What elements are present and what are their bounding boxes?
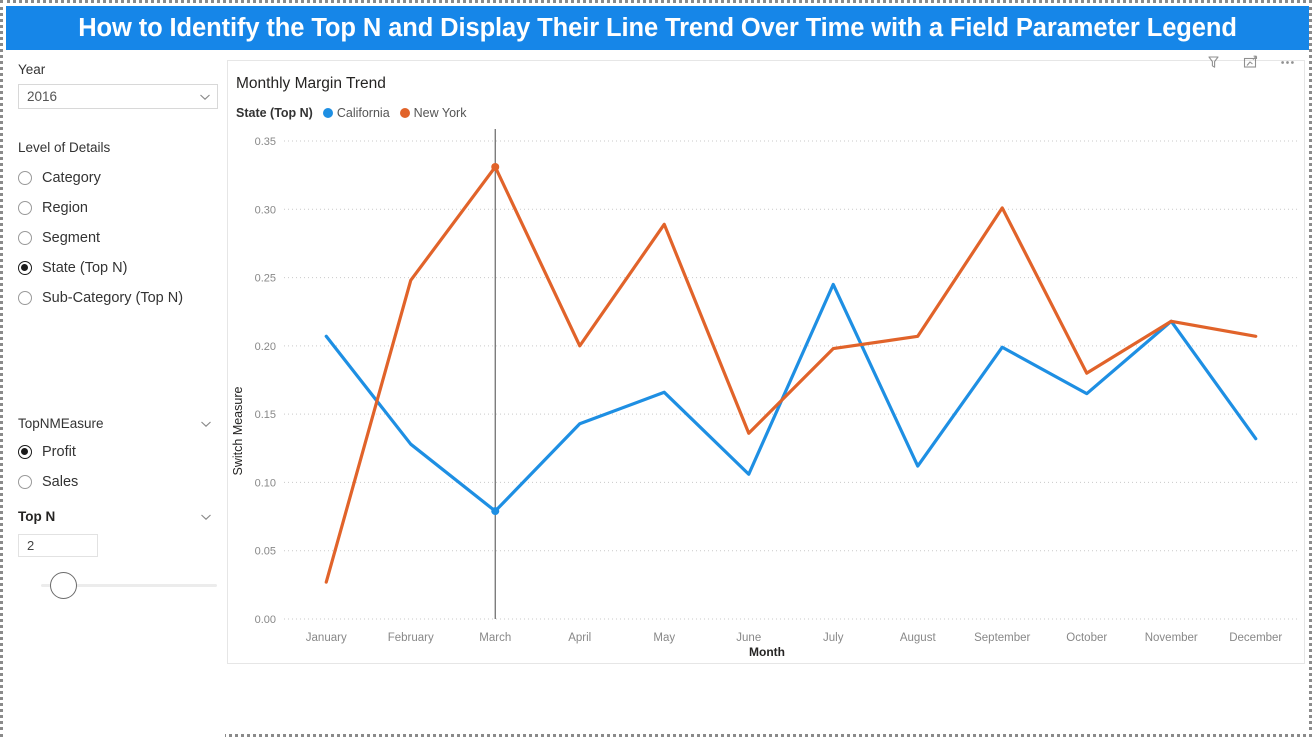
data-point-marker bbox=[491, 162, 500, 171]
y-axis-tick-label: 0.20 bbox=[255, 341, 276, 353]
radio-option-region[interactable]: Region bbox=[18, 193, 223, 223]
x-axis-tick-label: September bbox=[974, 632, 1030, 644]
radio-label: Category bbox=[42, 170, 101, 186]
top-n-input[interactable]: 2 bbox=[18, 534, 98, 557]
slicer-level-of-details-label: Level of Details bbox=[18, 140, 111, 155]
slicer-year: Year 2016 bbox=[18, 62, 218, 109]
y-axis-tick-label: 0.30 bbox=[255, 204, 276, 216]
series-line-new-york bbox=[324, 165, 1258, 584]
slicer-top-n-label: Top N bbox=[18, 509, 56, 524]
visual-header-icons bbox=[1205, 54, 1296, 71]
x-axis-tick-labels: January February March April May June July Augu… bbox=[306, 632, 1283, 644]
radio-label: Sales bbox=[42, 474, 79, 490]
x-axis-tick-label: October bbox=[1066, 632, 1107, 644]
radio-label: State (Top N) bbox=[42, 260, 128, 276]
slicer-top-n: Top N 2 bbox=[18, 508, 223, 601]
radio-label: Sub-Category (Top N) bbox=[42, 290, 184, 306]
x-axis-tick-label: April bbox=[568, 632, 591, 644]
slicer-topn-measure: TopNMEasure Profit Sales bbox=[18, 415, 223, 497]
radio-label: Region bbox=[42, 200, 88, 216]
slicer-topn-measure-header[interactable]: TopNMEasure bbox=[18, 415, 218, 433]
chart-series bbox=[324, 165, 1258, 584]
slicer-topn-measure-label: TopNMEasure bbox=[18, 416, 104, 431]
radio-icon-selected bbox=[18, 445, 32, 459]
top-n-input-value: 2 bbox=[27, 538, 35, 553]
year-dropdown-value: 2016 bbox=[27, 89, 58, 104]
filter-icon[interactable] bbox=[1205, 54, 1222, 71]
chart-svg[interactable]: 0.00 0.05 0.10 0.15 0.20 0.25 0.30 0.35 January… bbox=[228, 61, 1306, 665]
report-title-banner: How to Identify the Top N and Display Th… bbox=[6, 6, 1309, 50]
radio-option-segment[interactable]: Segment bbox=[18, 223, 223, 253]
chart-plot-area[interactable]: 0.00 0.05 0.10 0.15 0.20 0.25 0.30 0.35 January… bbox=[228, 61, 1306, 665]
x-axis-title: Month bbox=[749, 645, 785, 659]
x-axis-tick-label: June bbox=[736, 632, 761, 644]
data-point-marker bbox=[491, 507, 500, 516]
focus-mode-icon[interactable] bbox=[1242, 54, 1259, 71]
x-axis-tick-label: January bbox=[306, 632, 347, 644]
radio-icon bbox=[18, 231, 32, 245]
y-axis-tick-label: 0.15 bbox=[255, 409, 276, 421]
x-axis-tick-label: July bbox=[823, 632, 844, 644]
radio-icon bbox=[18, 291, 32, 305]
more-options-icon[interactable] bbox=[1279, 54, 1296, 71]
y-axis-tick-label: 0.10 bbox=[255, 477, 276, 489]
report-page: How to Identify the Top N and Display Th… bbox=[0, 0, 1312, 737]
radio-label: Profit bbox=[42, 444, 76, 460]
x-axis-tick-label: May bbox=[653, 632, 675, 644]
radio-icon bbox=[18, 475, 32, 489]
page-title: How to Identify the Top N and Display Th… bbox=[78, 13, 1237, 42]
radio-icon bbox=[18, 201, 32, 215]
x-axis-tick-label: December bbox=[1229, 632, 1282, 644]
slicer-panel: Year 2016 Level of Details Category Regi… bbox=[6, 50, 225, 737]
y-axis-tick-label: 0.25 bbox=[255, 273, 276, 285]
y-axis-tick-label: 0.05 bbox=[255, 546, 276, 558]
y-axis-tick-labels: 0.00 0.05 0.10 0.15 0.20 0.25 0.30 0.35 bbox=[255, 136, 276, 626]
y-axis-tick-label: 0.35 bbox=[255, 136, 276, 148]
y-axis-tick-label: 0.00 bbox=[255, 614, 276, 626]
chevron-down-icon[interactable] bbox=[199, 91, 210, 102]
slicer-year-label: Year bbox=[18, 62, 46, 77]
radio-option-sub-category-top-n[interactable]: Sub-Category (Top N) bbox=[18, 283, 223, 313]
slicer-level-of-details: Level of Details Category Region Segment… bbox=[18, 140, 223, 313]
radio-option-state-top-n[interactable]: State (Top N) bbox=[18, 253, 223, 283]
x-axis-tick-label: February bbox=[388, 632, 434, 644]
radio-option-category[interactable]: Category bbox=[18, 163, 223, 193]
chevron-down-icon[interactable] bbox=[200, 418, 211, 429]
series-line-california bbox=[324, 282, 1258, 513]
slider-handle[interactable] bbox=[50, 572, 77, 599]
slicer-top-n-header[interactable]: Top N bbox=[18, 508, 218, 526]
year-dropdown[interactable]: 2016 bbox=[18, 84, 218, 109]
radio-label: Segment bbox=[42, 230, 101, 246]
radio-option-sales[interactable]: Sales bbox=[18, 467, 223, 497]
radio-option-profit[interactable]: Profit bbox=[18, 437, 223, 467]
x-axis-tick-label: November bbox=[1145, 632, 1198, 644]
radio-icon-selected bbox=[18, 261, 32, 275]
x-axis-tick-label: March bbox=[479, 632, 511, 644]
top-n-slider[interactable] bbox=[41, 571, 217, 601]
y-axis-title: Switch Measure bbox=[231, 386, 245, 475]
radio-icon bbox=[18, 171, 32, 185]
x-axis-tick-label: August bbox=[900, 632, 937, 644]
line-chart-visual: Monthly Margin Trend State (Top N) Calif… bbox=[227, 55, 1306, 665]
chevron-down-icon[interactable] bbox=[200, 511, 211, 522]
